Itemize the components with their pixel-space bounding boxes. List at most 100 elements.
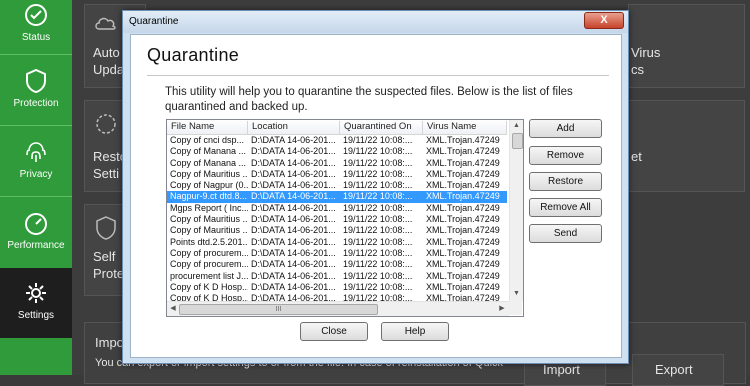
cell-location: D:\DATA 14-06-201... — [251, 259, 336, 270]
table-row[interactable]: Copy of cnci dsp... D:\DATA 14-06-201... 1… — [167, 135, 507, 146]
table-row[interactable]: Nagpur-9.ct dtd.8... D:\DATA 14-06-201...… — [167, 191, 507, 203]
cell-location: D:\DATA 14-06-201... — [251, 180, 336, 191]
quarantine-list[interactable]: File Name Location Quarantined On Virus … — [166, 119, 524, 317]
scroll-left-icon[interactable]: ◀ — [167, 302, 179, 316]
cell-file-name: Copy of cnci dsp... — [170, 135, 245, 145]
cell-file-name: Copy of Mauritius ... — [170, 214, 248, 225]
cell-virus-name: XML.Trojan.47249 — [426, 146, 500, 157]
horizontal-scroll-thumb[interactable]: III — [179, 304, 378, 315]
table-row[interactable]: Copy of K D Hosp... D:\DATA 14-06-201... 1… — [167, 282, 507, 293]
cell-file-name: Copy of procurem... — [170, 259, 248, 270]
column-header-file-name[interactable]: File Name — [167, 121, 248, 134]
column-header-quarantined-on[interactable]: Quarantined On — [340, 121, 423, 134]
table-row[interactable]: Copy of Mauritius ... D:\DATA 14-06-201..… — [167, 214, 507, 225]
sidebar-item-label: Settings — [17, 310, 55, 321]
table-row[interactable]: Copy of procurem... D:\DATA 14-06-201... 1… — [167, 248, 507, 259]
card-title-line2: Setti — [93, 166, 120, 181]
card-title-line2: Prote — [93, 266, 125, 281]
cell-location: D:\DATA 14-06-201... — [251, 270, 336, 281]
table-row[interactable]: procurement list J... D:\DATA 14-06-201..… — [167, 271, 507, 282]
sidebar-item-label: Performance — [7, 240, 65, 251]
cell-location: D:\DATA 14-06-201... — [251, 191, 336, 202]
cell-virus-name: XML.Trojan.47249 — [426, 270, 500, 281]
sidebar-footer — [0, 338, 72, 375]
speedometer-icon — [25, 213, 47, 235]
sidebar-item-settings[interactable]: Settings — [0, 268, 72, 338]
dialog-titlebar[interactable]: Quarantine X — [123, 11, 628, 33]
sidebar-item-label: Status — [21, 32, 51, 43]
cell-quarantined-on: 19/11/22 10:08:... — [343, 270, 413, 281]
cell-file-name: Copy of Nagpur (0... — [170, 180, 248, 191]
cell-location: D:\DATA 14-06-201... — [251, 135, 336, 145]
cell-virus-name: XML.Trojan.47249 — [426, 225, 500, 236]
cell-location: D:\DATA 14-06-201... — [251, 146, 336, 157]
quarantine-dialog: Quarantine X Quarantine This utility wil… — [122, 10, 629, 364]
gear-icon — [26, 283, 46, 303]
card-title-line2: Upda — [93, 62, 125, 77]
cell-quarantined-on: 19/11/22 10:08:... — [343, 146, 413, 157]
cell-virus-name: XML.Trojan.47249 — [426, 168, 500, 179]
cloud-icon — [95, 17, 116, 30]
cell-location: D:\DATA 14-06-201... — [251, 247, 336, 258]
dialog-body: Quarantine This utility will help you to… — [130, 34, 622, 358]
cell-virus-name: XML.Trojan.47249 — [426, 214, 500, 225]
add-button[interactable]: Add — [529, 119, 602, 138]
table-row[interactable]: Mgps Report ( Inc... D:\DATA 14-06-201...… — [167, 203, 507, 214]
sidebar-item-protection[interactable]: Protection — [0, 56, 72, 126]
cell-quarantined-on: 19/11/22 10:08:... — [343, 168, 413, 179]
cell-file-name: procurement list J... — [170, 270, 248, 281]
column-header-virus-name[interactable]: Virus Name — [423, 121, 507, 134]
sidebar-divider — [0, 196, 72, 197]
table-row[interactable]: Points dtd.2.5.201... D:\DATA 14-06-201..… — [167, 237, 507, 248]
sidebar-divider — [0, 54, 72, 55]
scroll-down-icon[interactable]: ▼ — [510, 288, 523, 300]
card-title-line2: cs — [631, 62, 644, 77]
virus-card[interactable]: Virus cs — [628, 4, 745, 88]
remove-all-button[interactable]: Remove All — [529, 198, 602, 217]
sidebar: Status Protection Privacy Performance Se… — [0, 0, 72, 375]
scroll-up-icon[interactable]: ▲ — [510, 120, 523, 132]
cell-quarantined-on: 19/11/22 10:08:... — [343, 202, 413, 213]
table-row[interactable]: Copy of Mauritius ... D:\DATA 14-06-201..… — [167, 169, 507, 180]
column-header-location[interactable]: Location — [248, 121, 340, 134]
dialog-title: Quarantine — [129, 16, 179, 27]
restore-button[interactable]: Restore — [529, 172, 602, 191]
vertical-scroll-thumb[interactable] — [512, 133, 523, 149]
user-shield-icon — [96, 216, 116, 240]
cell-quarantined-on: 19/11/22 10:08:... — [343, 180, 413, 191]
cell-file-name: Copy of Manana ... — [170, 146, 247, 157]
vertical-scrollbar[interactable]: ▲ ▼ — [509, 120, 523, 301]
cell-location: D:\DATA 14-06-201... — [251, 168, 336, 179]
table-row[interactable]: Copy of Nagpur (0... D:\DATA 14-06-201...… — [167, 180, 507, 191]
cell-file-name: Copy of procurem... — [170, 247, 248, 258]
card-title: et — [631, 149, 642, 164]
horizontal-scrollbar[interactable]: ◀ III ▶ — [167, 301, 509, 316]
cell-virus-name: XML.Trojan.47249 — [426, 157, 500, 168]
card-title: Impo — [95, 335, 124, 350]
cell-quarantined-on: 19/11/22 10:08:... — [343, 214, 413, 225]
settings-card[interactable]: et — [628, 100, 745, 192]
card-title: Virus — [631, 45, 661, 60]
card-title: Self — [93, 249, 116, 264]
table-row[interactable]: Copy of Manana ... D:\DATA 14-06-201... 19… — [167, 158, 507, 169]
cell-quarantined-on: 19/11/22 10:08:... — [343, 259, 413, 270]
sidebar-item-privacy[interactable]: Privacy — [0, 127, 72, 197]
table-row[interactable]: Copy of Mauritius ... D:\DATA 14-06-201..… — [167, 225, 507, 236]
cell-quarantined-on: 19/11/22 10:08:... — [343, 281, 413, 292]
cell-quarantined-on: 19/11/22 10:08:... — [343, 247, 413, 258]
close-button[interactable]: Close — [300, 322, 368, 341]
table-row[interactable]: Copy of Manana ... D:\DATA 14-06-201... 19… — [167, 146, 507, 157]
cell-file-name: Points dtd.2.5.201... — [170, 236, 248, 247]
cell-file-name: Copy of Manana ... — [170, 157, 247, 168]
export-button[interactable]: Export — [632, 354, 724, 386]
remove-button[interactable]: Remove — [529, 146, 602, 165]
help-button[interactable]: Help — [381, 322, 449, 341]
cell-virus-name: XML.Trojan.47249 — [426, 236, 500, 247]
sidebar-item-performance[interactable]: Performance — [0, 198, 72, 268]
table-row[interactable]: Copy of procurem... D:\DATA 14-06-201... 1… — [167, 259, 507, 270]
check-circle-icon — [25, 4, 47, 26]
send-button[interactable]: Send — [529, 224, 602, 243]
scroll-right-icon[interactable]: ▶ — [496, 302, 508, 316]
card-title: Auto — [93, 45, 120, 60]
close-window-button[interactable]: X — [584, 12, 624, 29]
